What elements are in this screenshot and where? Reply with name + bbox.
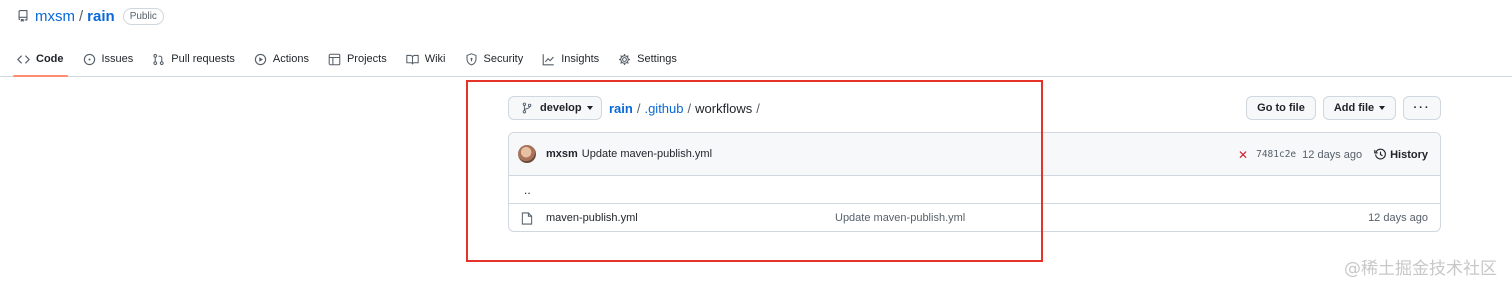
tab-label: Projects <box>346 53 387 65</box>
issue-icon <box>83 53 95 65</box>
add-file-label: Add file <box>1333 102 1375 114</box>
more-options-button[interactable]: ··· <box>1403 96 1441 120</box>
tab-label: Issues <box>101 53 134 65</box>
tab-label: Insights <box>561 53 600 65</box>
gear-icon <box>619 53 631 65</box>
code-icon <box>17 54 30 64</box>
repo-separator: / <box>79 7 84 25</box>
commit-sha[interactable]: 7481c2e <box>1256 149 1296 160</box>
repo-nav: Code Issues Pull requests Actions Projec… <box>13 44 696 77</box>
tab-projects[interactable]: Projects <box>328 44 387 74</box>
history-label: History <box>1390 148 1428 161</box>
tab-issues[interactable]: Issues <box>83 44 134 74</box>
shield-icon <box>466 52 476 66</box>
history-link[interactable]: History <box>1374 148 1428 161</box>
chevron-down-icon <box>1379 106 1386 110</box>
add-file-button[interactable]: Add file <box>1323 96 1396 120</box>
visibility-badge: Public <box>122 7 164 25</box>
tab-pull-requests[interactable]: Pull requests <box>152 44 235 74</box>
tab-settings[interactable]: Settings <box>618 44 677 74</box>
repo-header: mxsm / rain Public Code Issues Pull requ… <box>0 0 1512 77</box>
tab-label: Wiki <box>424 53 446 65</box>
go-to-file-label: Go to file <box>1257 102 1305 114</box>
tab-label: Pull requests <box>171 53 235 65</box>
repo-name-link[interactable]: rain <box>87 8 115 25</box>
tab-label: Security <box>483 53 524 65</box>
tab-wiki[interactable]: Wiki <box>406 44 446 74</box>
table-icon <box>328 53 341 65</box>
repo-title: mxsm / rain Public <box>17 6 164 26</box>
kebab-icon: ··· <box>1413 102 1431 114</box>
commit-meta: ✕ 7481c2e 12 days ago History <box>1238 133 1428 176</box>
book-icon <box>406 54 419 64</box>
watermark: @稀土掘金技术社区 <box>1344 259 1497 279</box>
tab-label: Code <box>36 53 64 65</box>
repo-icon <box>18 10 28 22</box>
play-icon <box>254 53 267 65</box>
x-icon[interactable]: ✕ <box>1238 148 1248 162</box>
history-icon <box>1374 148 1386 160</box>
go-to-file-button[interactable]: Go to file <box>1246 96 1316 120</box>
tab-insights[interactable]: Insights <box>542 44 599 74</box>
tab-label: Actions <box>272 53 309 65</box>
commit-age: 12 days ago <box>1302 148 1363 161</box>
tab-label: Settings <box>637 53 677 65</box>
tab-actions[interactable]: Actions <box>254 44 309 74</box>
tab-security[interactable]: Security <box>465 44 524 74</box>
file-age: 12 days ago <box>1368 212 1428 224</box>
graph-icon <box>542 53 555 65</box>
annotation-highlight-box <box>466 80 1043 262</box>
pull-request-icon <box>153 53 164 65</box>
tab-code[interactable]: Code <box>13 44 67 77</box>
repo-owner-link[interactable]: mxsm <box>35 8 75 25</box>
